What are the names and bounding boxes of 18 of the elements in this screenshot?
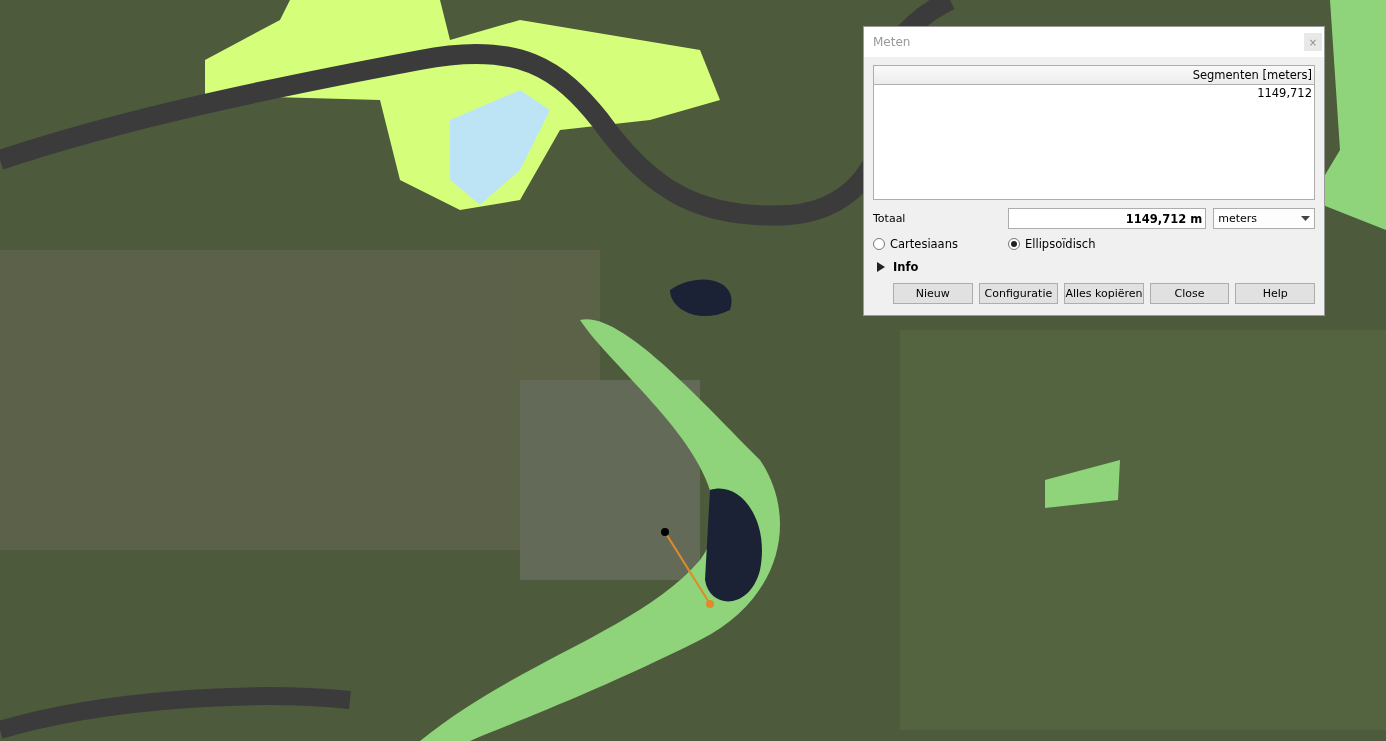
radio-label[interactable]: Cartesiaans (890, 237, 958, 251)
caret-icon (1301, 216, 1310, 221)
dialog-button[interactable]: Close (1149, 283, 1230, 304)
expand-arrow-icon[interactable] (877, 262, 885, 272)
dialog-button[interactable]: Help (1235, 283, 1315, 304)
column-header[interactable]: Segmenten [meters] (874, 66, 1314, 85)
radio-button[interactable] (1008, 238, 1020, 250)
unit-dropdown[interactable]: meters (1213, 208, 1315, 229)
total-field[interactable]: 1149,712 m (1007, 208, 1207, 229)
total-label: Totaal (873, 212, 907, 225)
radio-button[interactable] (873, 238, 885, 250)
table-cell-text: 1149,712 (1256, 85, 1313, 101)
dialog-button[interactable]: Nieuw (893, 283, 973, 304)
radio-label[interactable]: Ellipsoïdisch (1025, 237, 1096, 251)
window-title: Meten (873, 35, 911, 49)
dialog-button[interactable]: Configuratie (978, 283, 1059, 304)
info-label[interactable]: Info (893, 260, 919, 274)
dialog-button[interactable]: Alles kopiëren (1064, 283, 1144, 304)
